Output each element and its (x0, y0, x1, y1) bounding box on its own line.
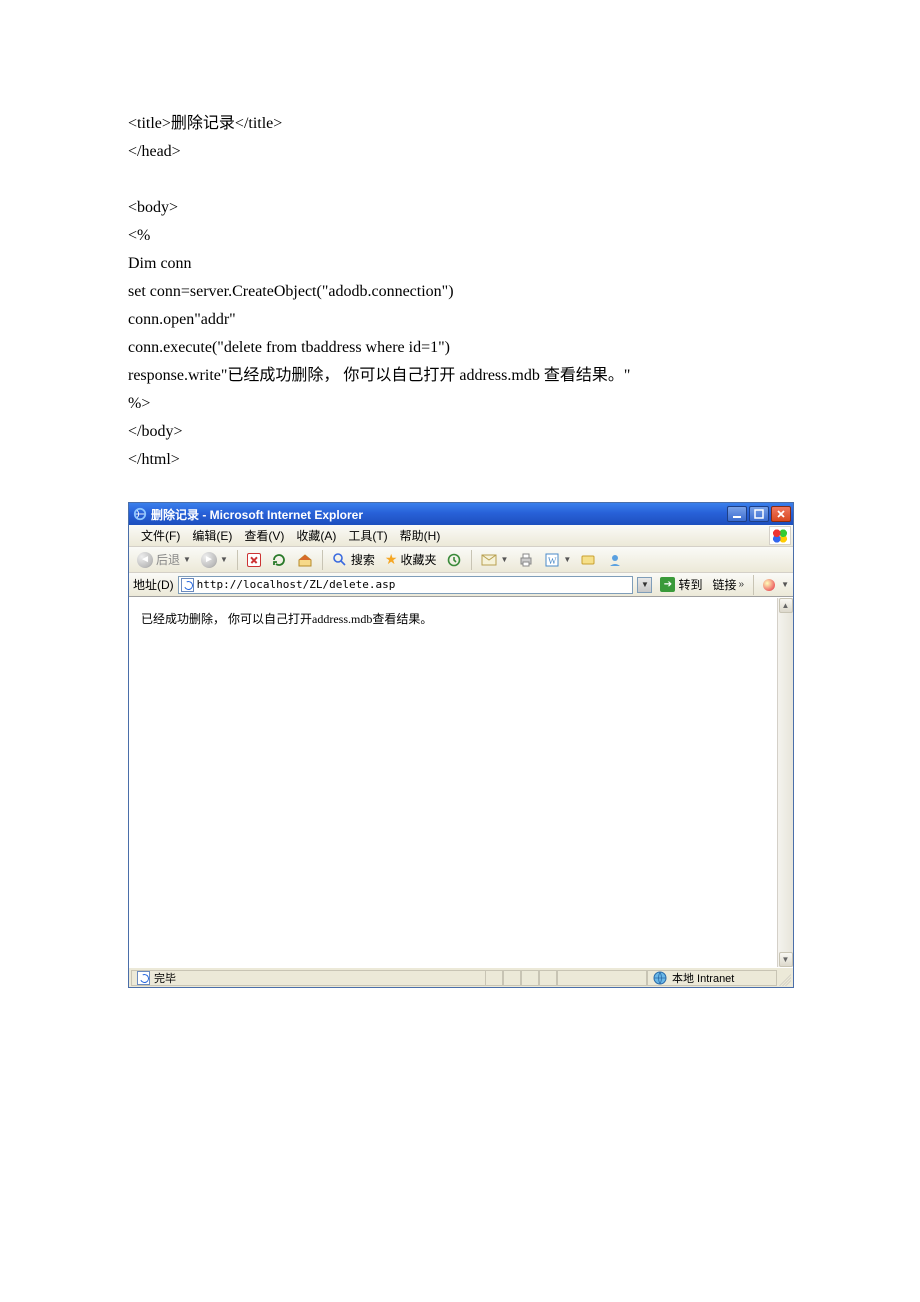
menu-help[interactable]: 帮助(H) (394, 525, 447, 546)
stop-button[interactable] (243, 551, 265, 569)
status-pane (539, 970, 557, 986)
page-icon (136, 971, 150, 985)
status-zone-pane: 本地 Intranet (647, 970, 777, 986)
scroll-down-button[interactable]: ▼ (779, 952, 793, 967)
address-input[interactable] (195, 577, 631, 592)
snagit-icon[interactable] (761, 577, 777, 593)
edit-button[interactable]: W ▼ (540, 550, 575, 570)
menu-tools[interactable]: 工具(T) (342, 525, 393, 546)
zone-text: 本地 Intranet (672, 970, 734, 986)
code-line: <% (128, 222, 820, 250)
menu-bar: 文件(F) 编辑(E) 查看(V) 收藏(A) 工具(T) 帮助(H) (129, 525, 793, 547)
ie-icon (133, 507, 147, 521)
go-button[interactable]: ➔ 转到 (656, 575, 706, 594)
menu-view[interactable]: 查看(V) (238, 525, 290, 546)
print-button[interactable] (514, 550, 538, 570)
links-label: 链接 (713, 576, 737, 593)
address-dropdown[interactable]: ▼ (637, 577, 652, 593)
code-line: conn.open"addr" (128, 306, 820, 334)
code-line: </body> (128, 418, 820, 446)
code-line: </html> (128, 446, 820, 474)
separator (322, 550, 323, 570)
menu-edit[interactable]: 编辑(E) (186, 525, 238, 546)
code-line: set conn=server.CreateObject("adodb.conn… (128, 278, 820, 306)
vertical-scrollbar[interactable]: ▲ ▼ (777, 598, 793, 967)
links-button[interactable]: 链接 » (711, 576, 747, 593)
back-button[interactable]: ◄ 后退 ▼ (133, 549, 195, 570)
status-pane (521, 970, 539, 986)
minimize-button[interactable] (727, 506, 747, 522)
throbber-icon (769, 526, 791, 545)
window-title: 删除记录 - Microsoft Internet Explorer (151, 506, 727, 523)
status-text: 完毕 (154, 970, 176, 986)
mail-button[interactable]: ▼ (477, 550, 512, 570)
menu-favorites[interactable]: 收藏(A) (290, 525, 342, 546)
go-label: 转到 (678, 576, 702, 593)
browser-window: 删除记录 - Microsoft Internet Explorer 文件(F)… (128, 502, 794, 988)
address-bar: 地址(D) ▼ ➔ 转到 链接 » ▼ (129, 573, 793, 597)
separator (237, 550, 238, 570)
svg-text:W: W (548, 556, 557, 566)
code-listing: <title>删除记录</title> </head> <body> <% Di… (0, 0, 920, 494)
forward-button[interactable]: ►▼ (197, 550, 232, 570)
home-button[interactable] (293, 550, 317, 570)
status-pane (503, 970, 521, 986)
status-main-pane: 完毕 (131, 970, 485, 986)
page-content: 已经成功删除， 你可以自己打开address.mdb查看结果。 (129, 598, 777, 967)
separator (753, 575, 754, 595)
menu-file[interactable]: 文件(F) (135, 525, 186, 546)
separator (471, 550, 472, 570)
scroll-up-button[interactable]: ▲ (779, 598, 793, 613)
code-line: %> (128, 390, 820, 418)
code-line: conn.execute("delete from tbaddress wher… (128, 334, 820, 362)
favorites-label: 收藏夹 (400, 551, 436, 568)
search-button[interactable]: 搜索 (328, 549, 379, 570)
code-line: Dim conn (128, 250, 820, 278)
favorites-button[interactable]: ★ 收藏夹 (381, 549, 441, 570)
status-progress-pane (557, 970, 647, 986)
page-body-text: 已经成功删除， 你可以自己打开address.mdb查看结果。 (141, 612, 432, 626)
page-icon (181, 578, 195, 592)
search-label: 搜索 (351, 551, 375, 568)
code-line: </head> (128, 138, 820, 166)
address-label: 地址(D) (133, 576, 174, 593)
messenger-button[interactable] (603, 550, 627, 570)
discuss-button[interactable] (577, 550, 601, 570)
close-button[interactable] (771, 506, 791, 522)
titlebar: 删除记录 - Microsoft Internet Explorer (129, 503, 793, 525)
refresh-button[interactable] (267, 550, 291, 570)
snagit-dropdown[interactable]: ▼ (781, 580, 789, 589)
back-label: 后退 (156, 551, 180, 568)
code-line: <title>删除记录</title> (128, 110, 820, 138)
code-line: response.write"已经成功删除， 你可以自己打开 address.m… (128, 362, 820, 390)
code-line: <body> (128, 194, 820, 222)
zone-icon (652, 970, 668, 986)
status-bar: 完毕 本地 Intranet (129, 967, 793, 987)
resize-grip[interactable] (777, 970, 791, 986)
maximize-button[interactable] (749, 506, 769, 522)
status-pane (485, 970, 503, 986)
history-button[interactable] (442, 550, 466, 570)
standard-toolbar: ◄ 后退 ▼ ►▼ 搜索 ★ 收藏夹 ▼ (129, 547, 793, 573)
address-field-wrap[interactable] (178, 576, 634, 594)
page-viewport: 已经成功删除， 你可以自己打开address.mdb查看结果。 ▲ ▼ (129, 597, 793, 967)
